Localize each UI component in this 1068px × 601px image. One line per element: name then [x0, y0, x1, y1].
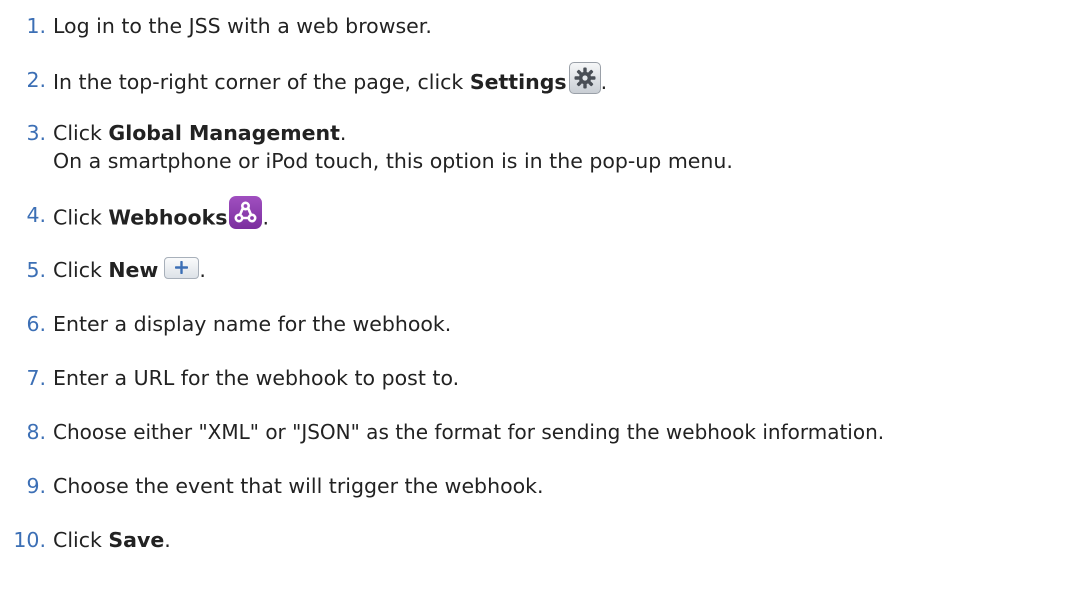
step-number: 2.: [26, 68, 46, 92]
gear-icon: [568, 62, 601, 94]
step-number: 7.: [26, 366, 46, 390]
step-text-after: .: [199, 258, 206, 282]
step-number: 4.: [26, 203, 46, 227]
step-text: Click Save.: [53, 527, 171, 553]
step-text: In the top-right corner of the page, cli…: [53, 62, 608, 99]
webhooks-label: Webhooks: [108, 205, 228, 230]
step-number: 1.: [26, 14, 46, 38]
step-number: 10.: [13, 528, 46, 552]
step-text-after: .: [164, 528, 171, 552]
step-text-before: In the top-right corner of the page, cli…: [53, 70, 470, 94]
global-management-label: Global Management: [108, 121, 340, 145]
step-text: Choose either "XML" or "JSON" as the for…: [53, 420, 885, 444]
step-text-before: Click: [53, 528, 109, 552]
step-text-before: Click: [53, 121, 109, 145]
step-text-after: .: [262, 205, 269, 230]
step-text: Enter a display name for the webhook.: [53, 312, 452, 336]
settings-label: Settings: [469, 70, 567, 94]
step-text-before: Click: [53, 258, 109, 282]
step-text-after: .: [600, 70, 608, 94]
step-number: 5.: [26, 258, 46, 282]
step-text-before: Click: [53, 205, 109, 230]
step-text: Click Global Management.: [53, 120, 346, 146]
step-text: Choose the event that will trigger the w…: [53, 474, 544, 498]
plus-icon: [164, 257, 200, 279]
step-text: Enter a URL for the webhook to post to.: [53, 366, 460, 390]
new-label: New: [108, 258, 159, 282]
step-text: Click Webhooks.: [53, 196, 269, 235]
step-text-after: .: [339, 121, 347, 145]
step-text: Log in to the JSS with a web browser.: [53, 14, 432, 38]
step-note: On a smartphone or iPod touch, this opti…: [53, 149, 733, 173]
step-number: 3.: [26, 121, 46, 145]
step-text: Click New.: [53, 257, 206, 283]
step-number: 8.: [26, 420, 46, 444]
step-number: 6.: [26, 312, 46, 336]
step-number: 9.: [26, 474, 46, 498]
webhooks-icon: [229, 196, 263, 229]
save-label: Save: [108, 528, 165, 552]
steps-list: 1. Log in to the JSS with a web browser.…: [0, 0, 1068, 601]
